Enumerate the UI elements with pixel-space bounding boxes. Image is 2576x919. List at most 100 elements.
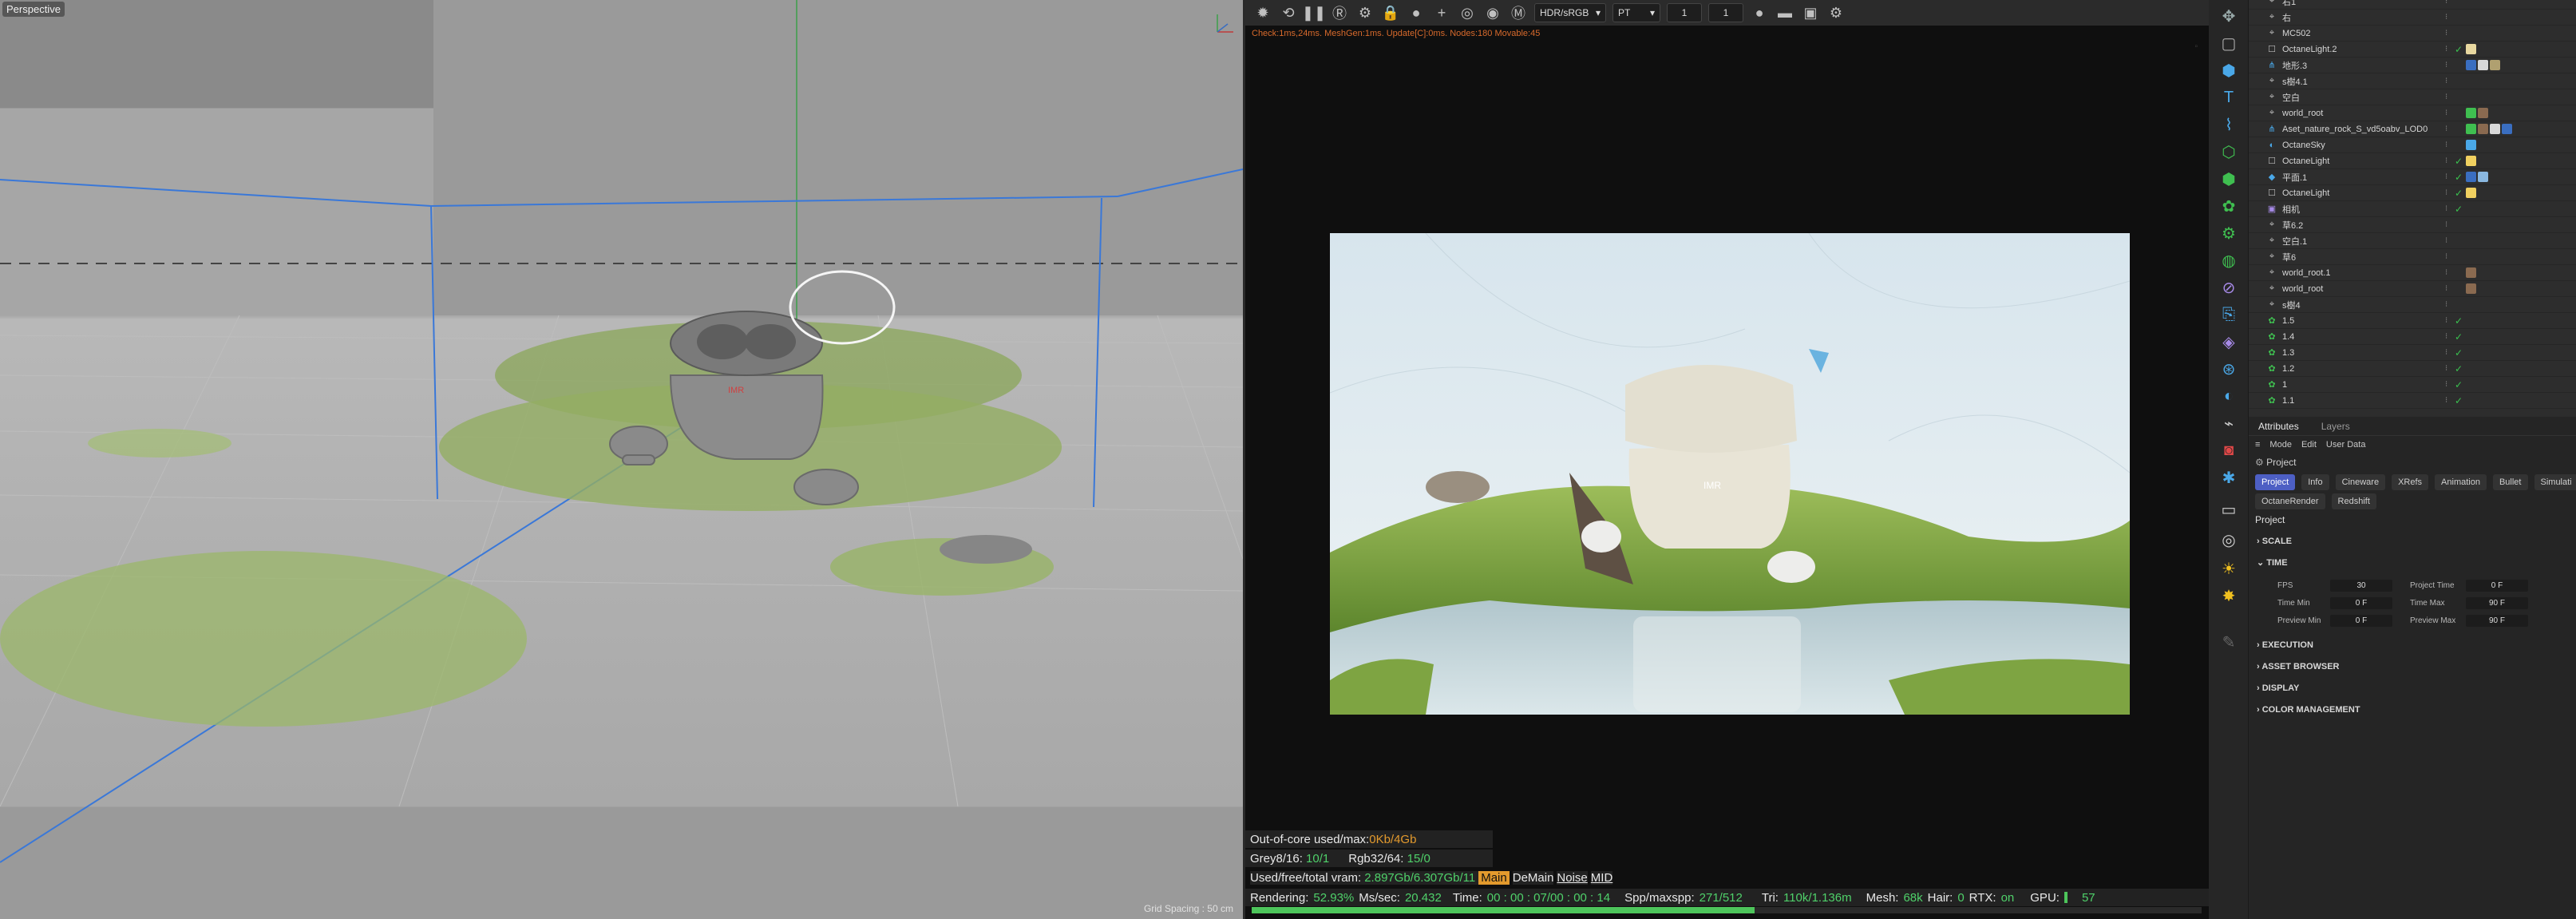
kernel-select[interactable]: PT ▾ <box>1612 3 1660 22</box>
field-icon[interactable]: ◍ <box>2218 249 2240 271</box>
object-row[interactable]: ⌖ 空白 ⁝ <box>2249 89 2576 105</box>
section-time[interactable]: ⌄ TIME <box>2257 557 2288 568</box>
rectangle-icon[interactable]: ▭ <box>2218 498 2240 521</box>
perspective-viewport[interactable]: IMR Perspective Grid Spacing : 50 cm <box>0 0 1243 919</box>
cloner-icon[interactable]: ✿ <box>2218 195 2240 217</box>
visibility-dots-icon[interactable]: ⁝ <box>2445 316 2447 325</box>
camera-icon[interactable]: ◉ <box>1483 3 1502 22</box>
visibility-dots-icon[interactable]: ⁝ <box>2445 13 2447 22</box>
snapshot-icon[interactable]: ▣ <box>1801 3 1820 22</box>
object-row[interactable]: ⌖ world_root ⁝ <box>2249 105 2576 121</box>
visibility-dots-icon[interactable]: ⁝ <box>2445 93 2447 101</box>
text-tool-icon[interactable]: T <box>2218 86 2240 109</box>
tab-layers[interactable]: Layers <box>2321 421 2350 432</box>
object-manager[interactable]: ⌖ 右1 ⁝ ⌖ 右 ⁝ ⌖ MC502 ⁝ ☐ OctaneLight.2 ⁝ ✓ ⋔ 地形.3 ⁝ ⌖ s樹4… <box>2249 0 2576 417</box>
subdivision-icon[interactable]: ⬢ <box>2218 168 2240 190</box>
visibility-dots-icon[interactable]: ⁝ <box>2445 77 2447 85</box>
tab-project[interactable]: Project <box>2255 474 2296 490</box>
section-scale[interactable]: › SCALE <box>2257 537 2292 546</box>
visibility-dots-icon[interactable]: ⁝ <box>2445 396 2447 405</box>
enabled-check-icon[interactable]: ✓ <box>2455 363 2463 374</box>
channel-icon[interactable]: ● <box>1750 3 1769 22</box>
material-tag-icon[interactable] <box>2502 124 2512 134</box>
visibility-dots-icon[interactable]: ⁝ <box>2445 236 2447 245</box>
visibility-dots-icon[interactable]: ⁝ <box>2445 204 2447 213</box>
visibility-dots-icon[interactable]: ⁝ <box>2445 0 2447 6</box>
visibility-dots-icon[interactable]: ⁝ <box>2445 125 2447 133</box>
tab-info[interactable]: Info <box>2301 474 2329 490</box>
enabled-check-icon[interactable]: ✓ <box>2455 331 2463 343</box>
preview-min-field[interactable]: 0 F <box>2330 615 2392 627</box>
enabled-check-icon[interactable]: ✓ <box>2455 379 2463 390</box>
visibility-dots-icon[interactable]: ⁝ <box>2445 220 2447 229</box>
add-icon[interactable]: + <box>1432 3 1451 22</box>
region-render-icon[interactable]: Ⓡ <box>1330 3 1349 22</box>
rendered-image[interactable]: IMR <box>1330 233 2130 715</box>
light-bulb-icon[interactable]: ✱ <box>2218 466 2240 489</box>
visibility-dots-icon[interactable]: ⁝ <box>2445 380 2447 389</box>
menu-user-data[interactable]: User Data <box>2326 440 2366 450</box>
object-row[interactable]: ☐ OctaneLight.2 ⁝ ✓ <box>2249 42 2576 57</box>
camera-icon[interactable]: ⎘ <box>2218 303 2240 326</box>
generator-icon[interactable]: ⬡ <box>2218 141 2240 163</box>
object-row[interactable]: ☐ OctaneLight ⁝ ✓ <box>2249 185 2576 201</box>
object-row[interactable]: ⌖ 草6 ⁝ <box>2249 249 2576 265</box>
time-min-field[interactable]: 0 F <box>2330 597 2392 609</box>
visibility-dots-icon[interactable]: ⁝ <box>2445 45 2447 53</box>
object-row[interactable]: ⌖ s樹4 ⁝ <box>2249 297 2576 313</box>
settings-icon[interactable]: ⚙ <box>1826 3 1846 22</box>
enabled-check-icon[interactable]: ✓ <box>2455 188 2463 199</box>
object-row[interactable]: ✿ 1 ⁝ ✓ <box>2249 377 2576 393</box>
preview-max-field[interactable]: 90 F <box>2466 615 2528 627</box>
lock-icon[interactable]: 🔒 <box>1381 3 1400 22</box>
object-row[interactable]: ◆ 平面.1 ⁝ ✓ <box>2249 169 2576 185</box>
object-row[interactable]: ⌖ MC502 ⁝ <box>2249 26 2576 42</box>
material-tag-icon[interactable] <box>2478 172 2488 182</box>
visibility-dots-icon[interactable]: ⁝ <box>2445 252 2447 261</box>
section-color-management[interactable]: › COLOR MANAGEMENT <box>2257 705 2360 715</box>
object-row[interactable]: ⌖ world_root.1 ⁝ <box>2249 265 2576 281</box>
object-row[interactable]: ⋔ 地形.3 ⁝ <box>2249 57 2576 73</box>
object-row[interactable]: ✿ 1.5 ⁝ ✓ <box>2249 313 2576 329</box>
enabled-check-icon[interactable]: ✓ <box>2455 172 2463 183</box>
material-ball-icon[interactable]: ● <box>1407 3 1426 22</box>
section-execution[interactable]: › EXECUTION <box>2257 640 2313 650</box>
material-tag-icon[interactable] <box>2466 172 2476 182</box>
visibility-dots-icon[interactable]: ⁝ <box>2445 29 2447 38</box>
menu-mode[interactable]: Mode <box>2269 440 2292 450</box>
gear-icon[interactable]: ⚙ <box>2218 222 2240 244</box>
visibility-dots-icon[interactable]: ⁝ <box>2445 300 2447 309</box>
menu-edit[interactable]: Edit <box>2301 440 2317 450</box>
visibility-dots-icon[interactable]: ⁝ <box>2445 364 2447 373</box>
render-camera-icon[interactable]: ◙ <box>2218 439 2240 461</box>
number-field-2[interactable]: 1 <box>1708 3 1743 22</box>
mode-main-button[interactable]: Main <box>1478 870 1510 885</box>
move-tool-icon[interactable]: ✥ <box>2218 5 2240 27</box>
material-tag-icon[interactable] <box>2466 267 2476 278</box>
object-row[interactable]: ⌖ 草6.2 ⁝ <box>2249 217 2576 233</box>
gear-icon[interactable]: ⚙ <box>1355 3 1375 22</box>
pose-icon[interactable]: ⊛ <box>2218 358 2240 380</box>
material-tag-icon[interactable] <box>2466 188 2476 198</box>
fps-field[interactable]: 30 <box>2330 580 2392 592</box>
section-asset-browser[interactable]: › ASSET BROWSER <box>2257 662 2340 671</box>
restart-render-icon[interactable]: ⟲ <box>1279 3 1298 22</box>
cube-outline-icon[interactable]: ▢ <box>2218 32 2240 54</box>
visibility-dots-icon[interactable]: ⁝ <box>2445 156 2447 165</box>
cube-icon[interactable]: ⬢ <box>2218 59 2240 81</box>
material-tag-icon[interactable] <box>2490 124 2500 134</box>
volume-icon[interactable]: ◈ <box>2218 331 2240 353</box>
motion-icon[interactable]: Ⓜ <box>1509 3 1528 22</box>
tab-attributes[interactable]: Attributes <box>2258 421 2299 432</box>
tab-octanerender[interactable]: OctaneRender <box>2255 493 2325 509</box>
visibility-dots-icon[interactable]: ⁝ <box>2445 348 2447 357</box>
material-tag-icon[interactable] <box>2466 44 2476 54</box>
object-row[interactable]: ✿ 1.4 ⁝ ✓ <box>2249 329 2576 345</box>
target-icon[interactable]: ◎ <box>2218 529 2240 551</box>
visibility-dots-icon[interactable]: ⁝ <box>2445 332 2447 341</box>
mode-demain-button[interactable]: DeMain <box>1512 870 1554 885</box>
visibility-dots-icon[interactable]: ⁝ <box>2445 268 2447 277</box>
object-row[interactable]: ⌖ world_root ⁝ <box>2249 281 2576 297</box>
spotlight-icon[interactable]: ✸ <box>2218 584 2240 607</box>
enabled-check-icon[interactable]: ✓ <box>2455 156 2463 167</box>
